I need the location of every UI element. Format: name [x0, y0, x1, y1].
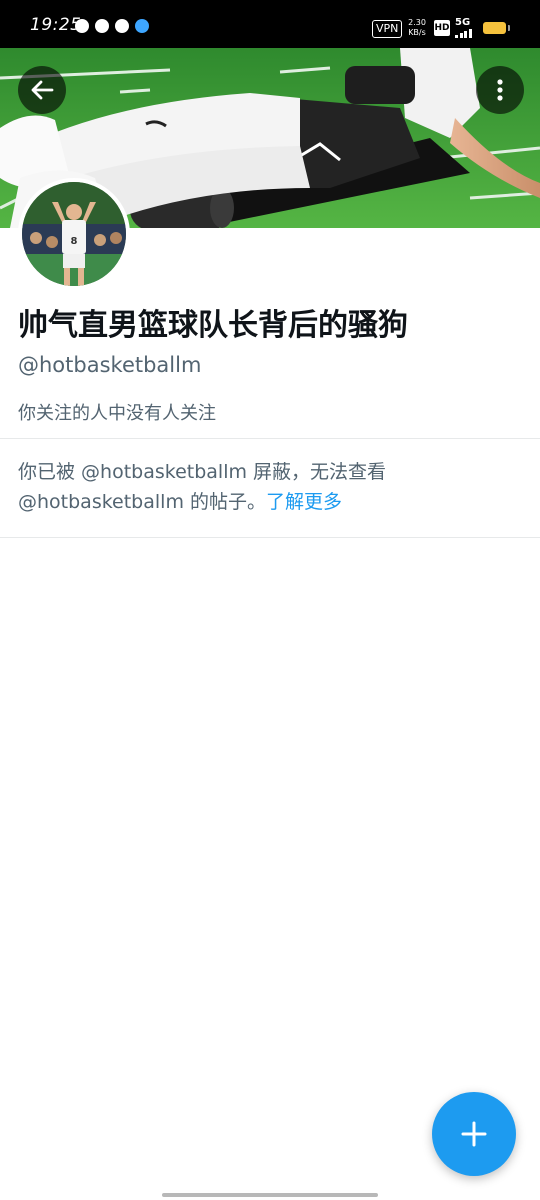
network-speed-value: 2.30: [408, 18, 426, 27]
wechat-icon: [95, 19, 109, 33]
hd-badge: HD: [434, 20, 450, 36]
more-options-button[interactable]: [476, 66, 524, 114]
arrow-left-icon: [31, 80, 54, 100]
user-handle: @hotbasketballm: [18, 353, 202, 377]
network-speed: 2.30 KB/s: [405, 18, 429, 38]
shield-app-icon: [135, 19, 149, 33]
learn-more-link[interactable]: 了解更多: [266, 491, 342, 513]
network-type: 5G: [455, 17, 471, 28]
avatar[interactable]: 8: [18, 178, 130, 290]
blocked-message-line2: @hotbasketballm 的帖子。: [18, 491, 266, 513]
compose-button[interactable]: [432, 1092, 516, 1176]
svg-text:8: 8: [71, 236, 78, 247]
location-icon: [75, 19, 89, 33]
status-bar: 19:25 VPN 2.30 KB/s HD 5G: [0, 0, 540, 48]
profile-screen: 19:25 VPN 2.30 KB/s HD 5G 8 帅气直男篮球队长背后的骚…: [0, 0, 540, 1200]
blocked-message-line1: 你已被 @hotbasketballm 屏蔽，无法查看: [18, 461, 387, 483]
divider-bottom: [0, 537, 540, 538]
display-name: 帅气直男篮球队长背后的骚狗: [18, 308, 408, 343]
more-vertical-icon: [497, 79, 503, 101]
divider-top: [0, 438, 540, 439]
notification-icons: [75, 19, 149, 33]
plus-icon: [461, 1121, 487, 1147]
avatar-photo: 8: [22, 182, 126, 286]
vpn-badge: VPN: [372, 20, 403, 38]
status-time: 19:25: [30, 15, 82, 35]
network-speed-unit: KB/s: [408, 28, 426, 37]
followers-you-know[interactable]: 你关注的人中没有人关注: [18, 400, 216, 428]
battery-icon: [483, 22, 510, 34]
telegram-icon: [115, 19, 129, 33]
back-button[interactable]: [18, 66, 66, 114]
blocked-message: 你已被 @hotbasketballm 屏蔽，无法查看 @hotbasketba…: [18, 457, 518, 517]
gesture-bar[interactable]: [162, 1193, 378, 1197]
signal-icon: [455, 29, 472, 38]
